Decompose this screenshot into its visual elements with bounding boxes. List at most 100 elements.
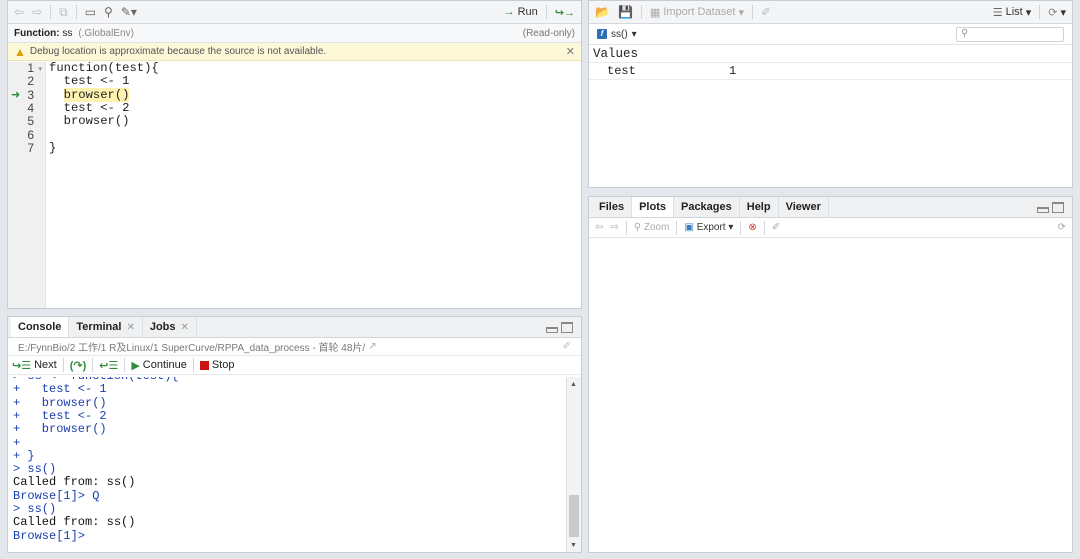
tab-help-label: Help xyxy=(746,201,771,213)
view-mode-dropdown[interactable]: ☰ List ▾ xyxy=(993,6,1032,19)
next-plot-icon[interactable]: ⇨ xyxy=(610,222,618,233)
maximize-icon[interactable] xyxy=(1052,201,1064,213)
load-workspace-icon[interactable]: 📂 xyxy=(595,5,610,19)
find-icon[interactable]: ⚲ xyxy=(104,5,113,19)
rerun-button[interactable]: ↪→ xyxy=(555,6,575,19)
stop-label: Stop xyxy=(211,359,235,371)
working-directory-bar: E:/FynnBio/2 工作/1 R及Linux/1 SuperCurve/R… xyxy=(8,338,581,356)
tab-console-label: Console xyxy=(18,321,62,333)
scrollbar-thumb[interactable] xyxy=(569,495,579,537)
code-line: } xyxy=(49,140,57,155)
stop-button[interactable]: Stop xyxy=(199,359,235,371)
show-in-window-icon[interactable]: ⧉ xyxy=(59,5,68,20)
continue-label: Continue xyxy=(142,359,187,371)
tab-packages[interactable]: Packages xyxy=(674,197,740,217)
minimize-icon[interactable] xyxy=(546,326,558,333)
print-icon[interactable]: ▭ xyxy=(85,5,96,19)
code-line: function(test){ xyxy=(49,61,159,75)
frame-label: ss() xyxy=(611,28,628,40)
tab-packages-label: Packages xyxy=(680,201,732,213)
maximize-icon[interactable] xyxy=(561,321,573,333)
tab-plots[interactable]: Plots xyxy=(632,197,674,217)
export-button[interactable]: ▣ Export ▾ xyxy=(684,222,733,233)
frame-dropdown[interactable]: f ss() ▾ xyxy=(597,29,637,40)
previous-plot-icon[interactable]: ⇦ xyxy=(595,222,603,233)
zoom-button[interactable]: ⚲ Zoom xyxy=(634,222,670,233)
zoom-label: Zoom xyxy=(643,222,670,233)
console-line: + test <- 1 xyxy=(13,382,107,397)
console-line: + test <- 2 xyxy=(13,408,107,423)
console-line: + browser() xyxy=(13,422,107,437)
finish-icon: ↩☰ xyxy=(99,359,119,372)
line-number: 5 xyxy=(27,114,34,129)
environment-search-input[interactable]: ⚲ xyxy=(956,26,1064,42)
window-controls xyxy=(1037,197,1072,217)
code-line: test <- 1 xyxy=(49,74,130,89)
tab-files-label: Files xyxy=(599,201,625,213)
console-line: Browse[1]> xyxy=(13,528,86,543)
environment-pane: 📂 💾 ▦ Import Dataset ▾ ✐ ☰ List ▾ ⟳ ▾ f … xyxy=(588,0,1073,188)
function-name: ss xyxy=(62,27,73,39)
scroll-up-icon[interactable]: ▲ xyxy=(570,381,577,388)
plots-tabs: Files Plots Packages Help Viewer xyxy=(589,197,1072,218)
forward-arrow-icon[interactable]: ⇨ xyxy=(32,5,42,19)
scroll-down-icon[interactable]: ▼ xyxy=(570,542,577,549)
plots-pane: Files Plots Packages Help Viewer ⇦ ⇨ ⚲ Z… xyxy=(588,196,1073,553)
toolbar-divider xyxy=(545,5,547,19)
toolbar-divider xyxy=(124,358,126,372)
working-directory-path[interactable]: E:/FynnBio/2 工作/1 R及Linux/1 SuperCurve/R… xyxy=(18,339,365,354)
clear-broom-icon[interactable]: ✐ xyxy=(761,5,771,19)
tab-terminal-label: Terminal xyxy=(76,321,122,333)
next-label: Next xyxy=(34,359,57,371)
step-into-button[interactable]: (↷) xyxy=(70,359,87,372)
back-arrow-icon[interactable]: ⇦ xyxy=(14,5,24,19)
tab-terminal[interactable]: Terminal ✕ xyxy=(69,317,143,337)
next-button[interactable]: ↪☰ Next xyxy=(12,359,57,372)
close-tab-icon[interactable]: ✕ xyxy=(126,322,134,333)
clear-plots-broom-icon[interactable]: ✐ xyxy=(772,222,780,233)
chevron-down-icon: ▾ xyxy=(631,28,637,40)
continue-button[interactable]: ▶ Continue xyxy=(131,359,187,372)
minimize-icon[interactable] xyxy=(1037,206,1049,213)
close-icon[interactable]: ✕ xyxy=(566,45,575,58)
tab-help[interactable]: Help xyxy=(740,197,779,217)
code-tools-wand-icon[interactable]: ✎▾ xyxy=(121,5,137,19)
save-workspace-icon[interactable]: 💾 xyxy=(618,5,633,19)
function-env: (.GlobalEnv) xyxy=(78,27,134,39)
line-number: 2 xyxy=(27,74,34,89)
console-line: Called from: ss() xyxy=(13,515,136,530)
function-frame-icon: f xyxy=(597,29,607,39)
debug-warning-bar: ▲ Debug location is approximate because … xyxy=(8,43,581,61)
tab-console[interactable]: Console xyxy=(11,317,70,337)
environment-variable-row[interactable]: test 1 xyxy=(589,63,1072,80)
tab-viewer-label: Viewer xyxy=(785,201,821,213)
code-editor[interactable]: ▾ ➜ 1234567 function(test){ test <- 1 br… xyxy=(8,61,581,308)
finish-function-button[interactable]: ↩☰ xyxy=(99,359,118,372)
run-button[interactable]: → Run xyxy=(504,6,538,18)
zoom-icon: ⚲ xyxy=(633,222,642,233)
tab-files[interactable]: Files xyxy=(592,197,633,217)
refresh-button[interactable]: ⟳ ▾ xyxy=(1048,6,1066,19)
import-dataset-button[interactable]: ▦ Import Dataset ▾ xyxy=(650,6,744,19)
values-section-heading: Values xyxy=(589,45,1072,63)
go-to-directory-icon[interactable]: ↗ xyxy=(368,341,376,352)
tab-viewer[interactable]: Viewer xyxy=(779,197,829,217)
environment-variable-list: test 1 xyxy=(589,63,1072,80)
fold-arrow-icon[interactable]: ▾ xyxy=(38,65,42,73)
tab-plots-label: Plots xyxy=(639,201,666,213)
toolbar-divider xyxy=(740,220,742,235)
line-number: 6 xyxy=(27,127,34,142)
clear-console-broom-icon[interactable]: ✐ xyxy=(563,341,571,352)
remove-plot-icon[interactable]: ⊗ xyxy=(748,222,756,233)
toolbar-divider xyxy=(62,358,64,372)
current-line-highlight: browser() xyxy=(63,87,130,102)
refresh-icon[interactable]: ⟳ xyxy=(1058,222,1066,233)
line-number: 7 xyxy=(27,140,34,155)
tab-jobs-label: Jobs xyxy=(149,321,176,333)
tab-jobs[interactable]: Jobs ✕ xyxy=(143,317,197,337)
console-output[interactable]: > ss <- function(test){+ test <- 1+ brow… xyxy=(8,377,566,552)
chevron-down-icon: ▾ xyxy=(738,6,744,19)
code-area[interactable]: function(test){ test <- 1 browser() test… xyxy=(46,61,581,308)
close-tab-icon[interactable]: ✕ xyxy=(181,322,189,333)
console-scrollbar[interactable]: ▲ ▼ xyxy=(566,377,581,552)
